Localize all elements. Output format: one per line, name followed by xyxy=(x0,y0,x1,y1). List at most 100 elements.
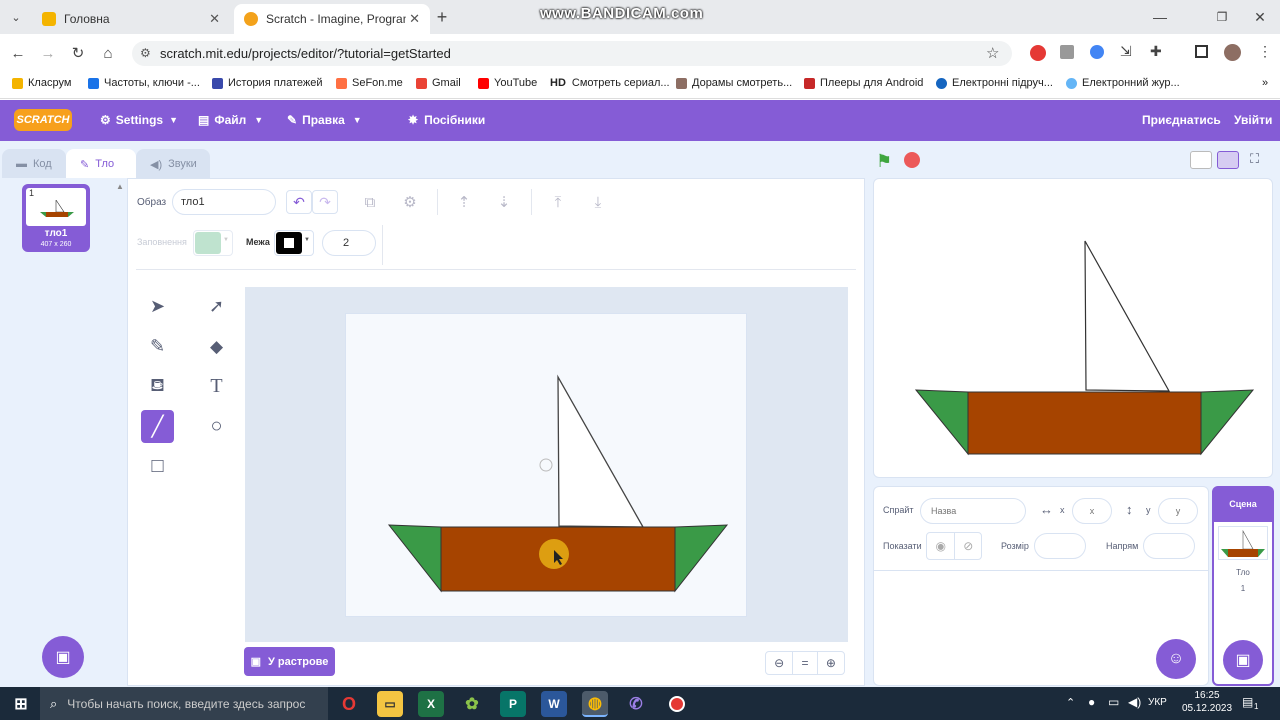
direction-input[interactable] xyxy=(1143,533,1195,559)
y-input[interactable] xyxy=(1158,498,1198,524)
forward-icon[interactable]: → xyxy=(38,43,58,63)
select-tool-icon[interactable]: ➤ xyxy=(141,290,174,323)
backward-layer-icon[interactable]: ⇣ xyxy=(492,190,516,214)
bookmark-item[interactable]: SeFon.me xyxy=(336,77,403,89)
tray-chevron-icon[interactable]: ⌃ xyxy=(1066,696,1075,709)
clock[interactable]: 16:25 05.12.2023 xyxy=(1176,690,1238,714)
tab-sounds[interactable]: ◀) Звуки xyxy=(136,149,210,179)
zoom-in-icon[interactable]: ⊕ xyxy=(818,652,844,674)
tab-code[interactable]: ▬ Код xyxy=(2,149,66,179)
redo-icon[interactable]: ↷ xyxy=(312,190,338,214)
app-icon[interactable]: ✿ xyxy=(459,691,485,717)
hide-eye-icon[interactable]: ⊘ xyxy=(954,533,981,559)
bookmark-item[interactable]: Дорамы смотреть... xyxy=(676,77,792,89)
login-link[interactable]: Увійти xyxy=(1234,113,1272,127)
forward-layer-icon[interactable]: ⇡ xyxy=(452,190,476,214)
sprite-name-input[interactable] xyxy=(920,498,1026,524)
settings-menu[interactable]: ⚙ Settings ▼ xyxy=(100,113,178,127)
bookmark-item[interactable]: История платежей xyxy=(212,77,323,89)
canvas-area[interactable] xyxy=(245,287,848,642)
ungroup-icon[interactable]: ⚙ xyxy=(398,190,422,214)
word-icon[interactable]: W xyxy=(541,691,567,717)
bookmark-star-icon[interactable]: ☆ xyxy=(986,44,999,62)
close-icon[interactable]: ✕ xyxy=(209,11,220,27)
excel-icon[interactable]: X xyxy=(418,691,444,717)
scene-panel[interactable]: Сцена Тло 1 ▣ xyxy=(1212,486,1274,686)
more-bookmarks-icon[interactable]: » xyxy=(1262,77,1268,89)
extension-icon[interactable]: ⇲ xyxy=(1120,43,1132,60)
line-tool-icon[interactable]: ╱ xyxy=(141,410,174,443)
avatar[interactable] xyxy=(1224,44,1241,61)
minimize-icon[interactable]: — xyxy=(1150,7,1170,27)
bookmark-item[interactable]: Електронний жур... xyxy=(1066,77,1180,89)
choose-backdrop-button[interactable]: ▣ xyxy=(42,636,84,678)
group-icon[interactable]: ⧉ xyxy=(358,190,382,214)
bookmark-item[interactable]: HD Смотреть сериал... xyxy=(550,77,670,89)
backdrop-item[interactable]: 1 тло1 407 x 260 xyxy=(22,184,90,252)
circle-tool-icon[interactable]: ○ xyxy=(200,410,233,443)
tab-search-icon[interactable]: ⌄ xyxy=(6,7,26,27)
fill-tool-icon[interactable]: ⛾ xyxy=(141,370,174,403)
text-tool-icon[interactable]: T xyxy=(200,370,233,403)
outline-width-input[interactable]: 2 xyxy=(322,230,376,256)
convert-to-bitmap-button[interactable]: ▣ У растрове xyxy=(244,647,335,676)
back-layer-icon[interactable]: ⤓ xyxy=(586,190,610,214)
volume-icon[interactable]: ◀) xyxy=(1128,695,1141,709)
microphone-icon[interactable]: ● xyxy=(1088,695,1095,709)
rectangle-tool-icon[interactable]: □ xyxy=(141,450,174,483)
brush-tool-icon[interactable]: ✎ xyxy=(141,330,174,363)
front-layer-icon[interactable]: ⤒ xyxy=(546,190,570,214)
opera-icon[interactable]: O xyxy=(336,691,362,717)
file-explorer-icon[interactable]: ▭ xyxy=(377,691,403,717)
notifications-icon[interactable]: ▤ xyxy=(1242,695,1253,709)
bookmark-item[interactable]: Частоты, ключи -... xyxy=(88,77,200,89)
small-stage-icon[interactable] xyxy=(1190,151,1212,169)
reload-icon[interactable]: ↻ xyxy=(68,43,88,63)
fill-color-picker[interactable]: ▼ xyxy=(193,230,233,256)
viber-icon[interactable]: ✆ xyxy=(623,691,649,717)
site-info-icon[interactable]: ⚙ xyxy=(140,46,151,60)
maximize-icon[interactable]: ❐ xyxy=(1212,7,1232,27)
windows-start-icon[interactable]: ⊞ xyxy=(8,691,34,717)
chrome-icon[interactable]: ◍ xyxy=(582,691,608,717)
tab-scratch[interactable]: Scratch - Imagine, Program, Sh ✕ xyxy=(234,4,430,34)
scratch-logo[interactable]: SCRATCH xyxy=(14,109,72,131)
taskbar-search-box[interactable]: ⌕ Чтобы начать поиск, введите здесь запр… xyxy=(40,687,328,720)
back-icon[interactable]: ← xyxy=(8,43,28,63)
close-icon[interactable]: ✕ xyxy=(409,11,420,27)
green-flag-icon[interactable]: ⚑ xyxy=(876,151,892,172)
home-icon[interactable]: ⌂ xyxy=(98,43,118,63)
tab-backdrop[interactable]: ✎ Тло xyxy=(66,149,136,179)
adblock-extension-icon[interactable] xyxy=(1030,45,1046,61)
extension-icon[interactable] xyxy=(1090,45,1104,59)
bandicam-icon[interactable] xyxy=(664,691,690,717)
new-tab-icon[interactable]: + xyxy=(432,7,452,27)
bookmark-item[interactable]: Електронні підруч... xyxy=(936,77,1053,89)
fullscreen-icon[interactable]: ⛶ xyxy=(1250,151,1259,167)
tutorials-button[interactable]: ✸ Посібники xyxy=(408,113,485,127)
scroll-up-icon[interactable]: ▲ xyxy=(116,182,124,191)
edit-menu[interactable]: ✎ Правка ▼ xyxy=(287,113,362,127)
menu-dots-icon[interactable]: ⋮ xyxy=(1258,43,1272,60)
side-panel-icon[interactable] xyxy=(1195,45,1208,58)
language-indicator[interactable]: УКР xyxy=(1148,697,1167,708)
eraser-tool-icon[interactable]: ◆ xyxy=(200,330,233,363)
x-input[interactable] xyxy=(1072,498,1112,524)
normal-stage-icon[interactable] xyxy=(1217,151,1239,169)
costume-name-input[interactable]: тло1 xyxy=(172,189,276,215)
bookmark-item[interactable]: Gmail xyxy=(416,77,461,89)
url-field[interactable]: ⚙ scratch.mit.edu/projects/editor/?tutor… xyxy=(132,41,1012,66)
stage[interactable] xyxy=(873,178,1273,478)
stop-icon[interactable] xyxy=(904,152,920,168)
extension-icon[interactable] xyxy=(1060,45,1074,59)
join-link[interactable]: Приєднатись xyxy=(1142,113,1221,127)
bookmark-item[interactable]: Плееры для Android xyxy=(804,77,923,89)
zoom-reset-button[interactable]: = xyxy=(792,652,818,674)
size-input[interactable] xyxy=(1034,533,1086,559)
file-menu[interactable]: ▤ Файл ▼ xyxy=(198,113,263,127)
zoom-out-icon[interactable]: ⊖ xyxy=(766,652,792,674)
outline-color-picker[interactable]: ▼ xyxy=(274,230,314,256)
choose-backdrop-scene-button[interactable]: ▣ xyxy=(1223,640,1263,680)
undo-icon[interactable]: ↶ xyxy=(286,190,312,214)
window-close-icon[interactable]: ✕ xyxy=(1250,7,1270,27)
